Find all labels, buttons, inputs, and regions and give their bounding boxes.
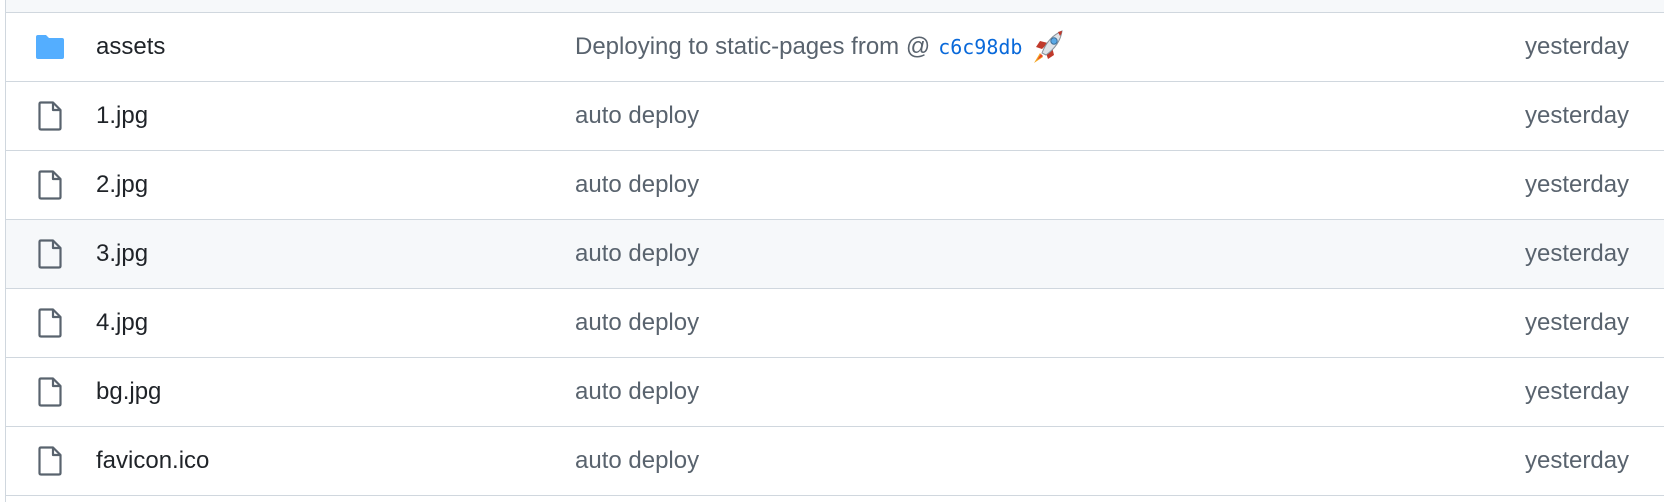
file-list-header [6,0,1664,13]
commit-date: yesterday [1525,171,1630,198]
commit-message-text[interactable]: Deploying to static-pages from @ [575,33,930,61]
commit-message-text[interactable]: auto deploy [575,240,699,268]
file-row-4-jpg[interactable]: 4.jpg auto deploy yesterday [6,289,1664,358]
commit-date: yesterday [1525,309,1630,336]
folder-icon [33,30,67,64]
commit-date: yesterday [1525,102,1630,129]
commit-date: yesterday [1525,447,1630,474]
file-name[interactable]: 3.jpg [96,240,148,268]
commit-date: yesterday [1525,240,1630,267]
commit-message-text[interactable]: auto deploy [575,309,699,337]
commit-message: auto deploy [575,447,699,475]
commit-date: yesterday [1525,33,1630,60]
file-name[interactable]: 4.jpg [96,309,148,337]
file-icon [33,306,67,340]
commit-message-text[interactable]: auto deploy [575,378,699,406]
file-name[interactable]: bg.jpg [96,378,161,406]
rocket-icon [1028,27,1068,67]
commit-message: auto deploy [575,171,699,199]
file-row-2-jpg[interactable]: 2.jpg auto deploy yesterday [6,151,1664,220]
commit-message-text[interactable]: auto deploy [575,447,699,475]
commit-sha-link[interactable]: c6c98db [938,35,1022,59]
file-icon [33,99,67,133]
commit-message: Deploying to static-pages from @ c6c98db [575,27,1068,67]
file-row-assets[interactable]: assets Deploying to static-pages from @ … [6,13,1664,82]
file-name[interactable]: 2.jpg [96,171,148,199]
file-row-3-jpg[interactable]: 3.jpg auto deploy yesterday [6,220,1664,289]
commit-message: auto deploy [575,378,699,406]
file-row-bg-jpg[interactable]: bg.jpg auto deploy yesterday [6,358,1664,427]
commit-message-text[interactable]: auto deploy [575,171,699,199]
file-icon [33,237,67,271]
file-icon [33,168,67,202]
file-name[interactable]: assets [96,33,165,61]
commit-message: auto deploy [575,240,699,268]
commit-message-text[interactable]: auto deploy [575,102,699,130]
commit-message: auto deploy [575,309,699,337]
file-icon [33,444,67,478]
file-name[interactable]: favicon.ico [96,447,209,475]
file-name[interactable]: 1.jpg [96,102,148,130]
commit-message: auto deploy [575,102,699,130]
file-list: assets Deploying to static-pages from @ … [5,0,1664,502]
file-row-1-jpg[interactable]: 1.jpg auto deploy yesterday [6,82,1664,151]
file-icon [33,375,67,409]
commit-date: yesterday [1525,378,1630,405]
file-row-favicon-ico[interactable]: favicon.ico auto deploy yesterday [6,427,1664,496]
